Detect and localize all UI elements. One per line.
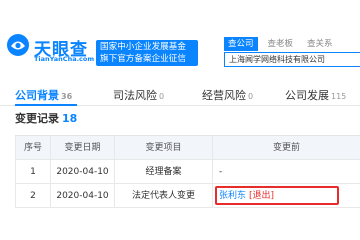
nav-label: 经营风险 — [202, 89, 246, 102]
tianyancha-logo-icon[interactable] — [6, 33, 30, 57]
change-records-table: 序号 变更日期 变更项目 变更前 1 2020-04-10 经理备案 - 2 2… — [15, 135, 360, 208]
active-tab-underline — [15, 104, 77, 106]
cell-before: - — [219, 167, 223, 177]
search-input[interactable]: 上海闻学网络科技有限公司 — [224, 52, 360, 67]
search-tabs: 查公司 查老板 查关系 — [224, 37, 343, 51]
nav-count: 115 — [331, 92, 347, 101]
nav-company-development[interactable]: 公司发展 115 — [285, 87, 346, 103]
certification-badge: 国家中小企业发展基金旗下官方备案企业征信机构 — [96, 40, 198, 77]
cell-item: 经理备案 — [115, 160, 213, 184]
cell-item: 法定代表人变更 — [115, 184, 213, 208]
section-title-text: 变更记录 — [15, 112, 59, 125]
highlight-box — [215, 186, 339, 205]
nav-count: 36 — [61, 92, 73, 101]
section-count: 18 — [62, 112, 78, 125]
cell-no: 2 — [15, 184, 51, 208]
nav-count: 0 — [159, 92, 165, 101]
nav-judicial-risk[interactable]: 司法风险 0 — [113, 87, 164, 103]
nav-label: 公司背景 — [15, 89, 59, 102]
header-no: 序号 — [15, 136, 51, 160]
header-before: 变更前 — [272, 143, 300, 153]
tab-search-boss[interactable]: 查老板 — [264, 37, 298, 51]
header-item: 变更项目 — [115, 136, 213, 160]
table-row: 2 2020-04-10 法定代表人变更 张利东 [退出] — [15, 184, 360, 208]
tab-search-relation[interactable]: 查关系 — [303, 37, 337, 51]
cell-date: 2020-04-10 — [51, 184, 115, 208]
section-title: 变更记录 18 — [15, 110, 77, 126]
table-header-row: 序号 变更日期 变更项目 变更前 — [15, 136, 360, 160]
site-header: 天眼查 TianYanCha.com 国家中小企业发展基金旗下官方备案企业征信机… — [0, 0, 360, 78]
tab-search-company[interactable]: 查公司 — [224, 37, 258, 51]
header-date: 变更日期 — [51, 136, 115, 160]
cell-date: 2020-04-10 — [51, 160, 115, 184]
cell-no: 1 — [15, 160, 51, 184]
nav-label: 公司发展 — [285, 89, 329, 102]
nav-label: 司法风险 — [113, 89, 157, 102]
nav-business-risk[interactable]: 经营风险 0 — [202, 87, 253, 103]
logo-subtitle: TianYanCha.com — [34, 55, 95, 63]
section-nav: 公司背景 36 司法风险 0 经营风险 0 公司发展 115 — [0, 84, 360, 106]
nav-company-background[interactable]: 公司背景 36 — [15, 87, 72, 103]
table-row: 1 2020-04-10 经理备案 - — [15, 160, 360, 184]
nav-count: 0 — [248, 92, 254, 101]
